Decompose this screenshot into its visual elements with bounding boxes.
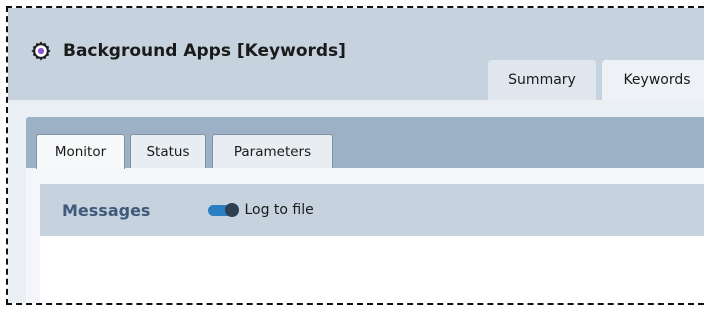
messages-log-area[interactable]	[40, 236, 704, 303]
app-header: Background Apps [Keywords] Summary Keywo…	[8, 8, 704, 100]
tab-monitor[interactable]: Monitor	[36, 134, 125, 169]
toggle-switch[interactable]	[208, 203, 240, 217]
monitor-content: Messages Log to file	[26, 168, 704, 303]
keywords-panel: Monitor Status Parameters Messages Log t…	[26, 117, 704, 303]
tab-summary[interactable]: Summary	[488, 60, 596, 100]
messages-panel: Messages Log to file	[40, 184, 704, 303]
toggle-knob	[225, 203, 240, 217]
messages-title: Messages	[62, 200, 151, 220]
log-to-file-label: Log to file	[244, 202, 314, 218]
tab-label: Status	[146, 143, 190, 160]
tab-label: Summary	[508, 72, 576, 88]
app-title-row: Background Apps [Keywords]	[30, 40, 346, 62]
tab-status[interactable]: Status	[130, 134, 206, 168]
app-window: Background Apps [Keywords] Summary Keywo…	[6, 6, 704, 305]
messages-header: Messages Log to file	[40, 184, 704, 236]
tab-label: Keywords	[623, 72, 691, 88]
tab-label: Monitor	[54, 144, 107, 160]
app-title: Background Apps [Keywords]	[63, 41, 346, 61]
log-to-file-toggle[interactable]: Log to file	[208, 202, 314, 218]
tab-parameters[interactable]: Parameters	[212, 134, 333, 168]
gear-icon	[30, 40, 52, 62]
tab-keywords[interactable]: Keywords	[602, 60, 704, 100]
main-content: Monitor Status Parameters Messages Log t…	[8, 100, 704, 303]
tab-label: Parameters	[233, 143, 312, 160]
